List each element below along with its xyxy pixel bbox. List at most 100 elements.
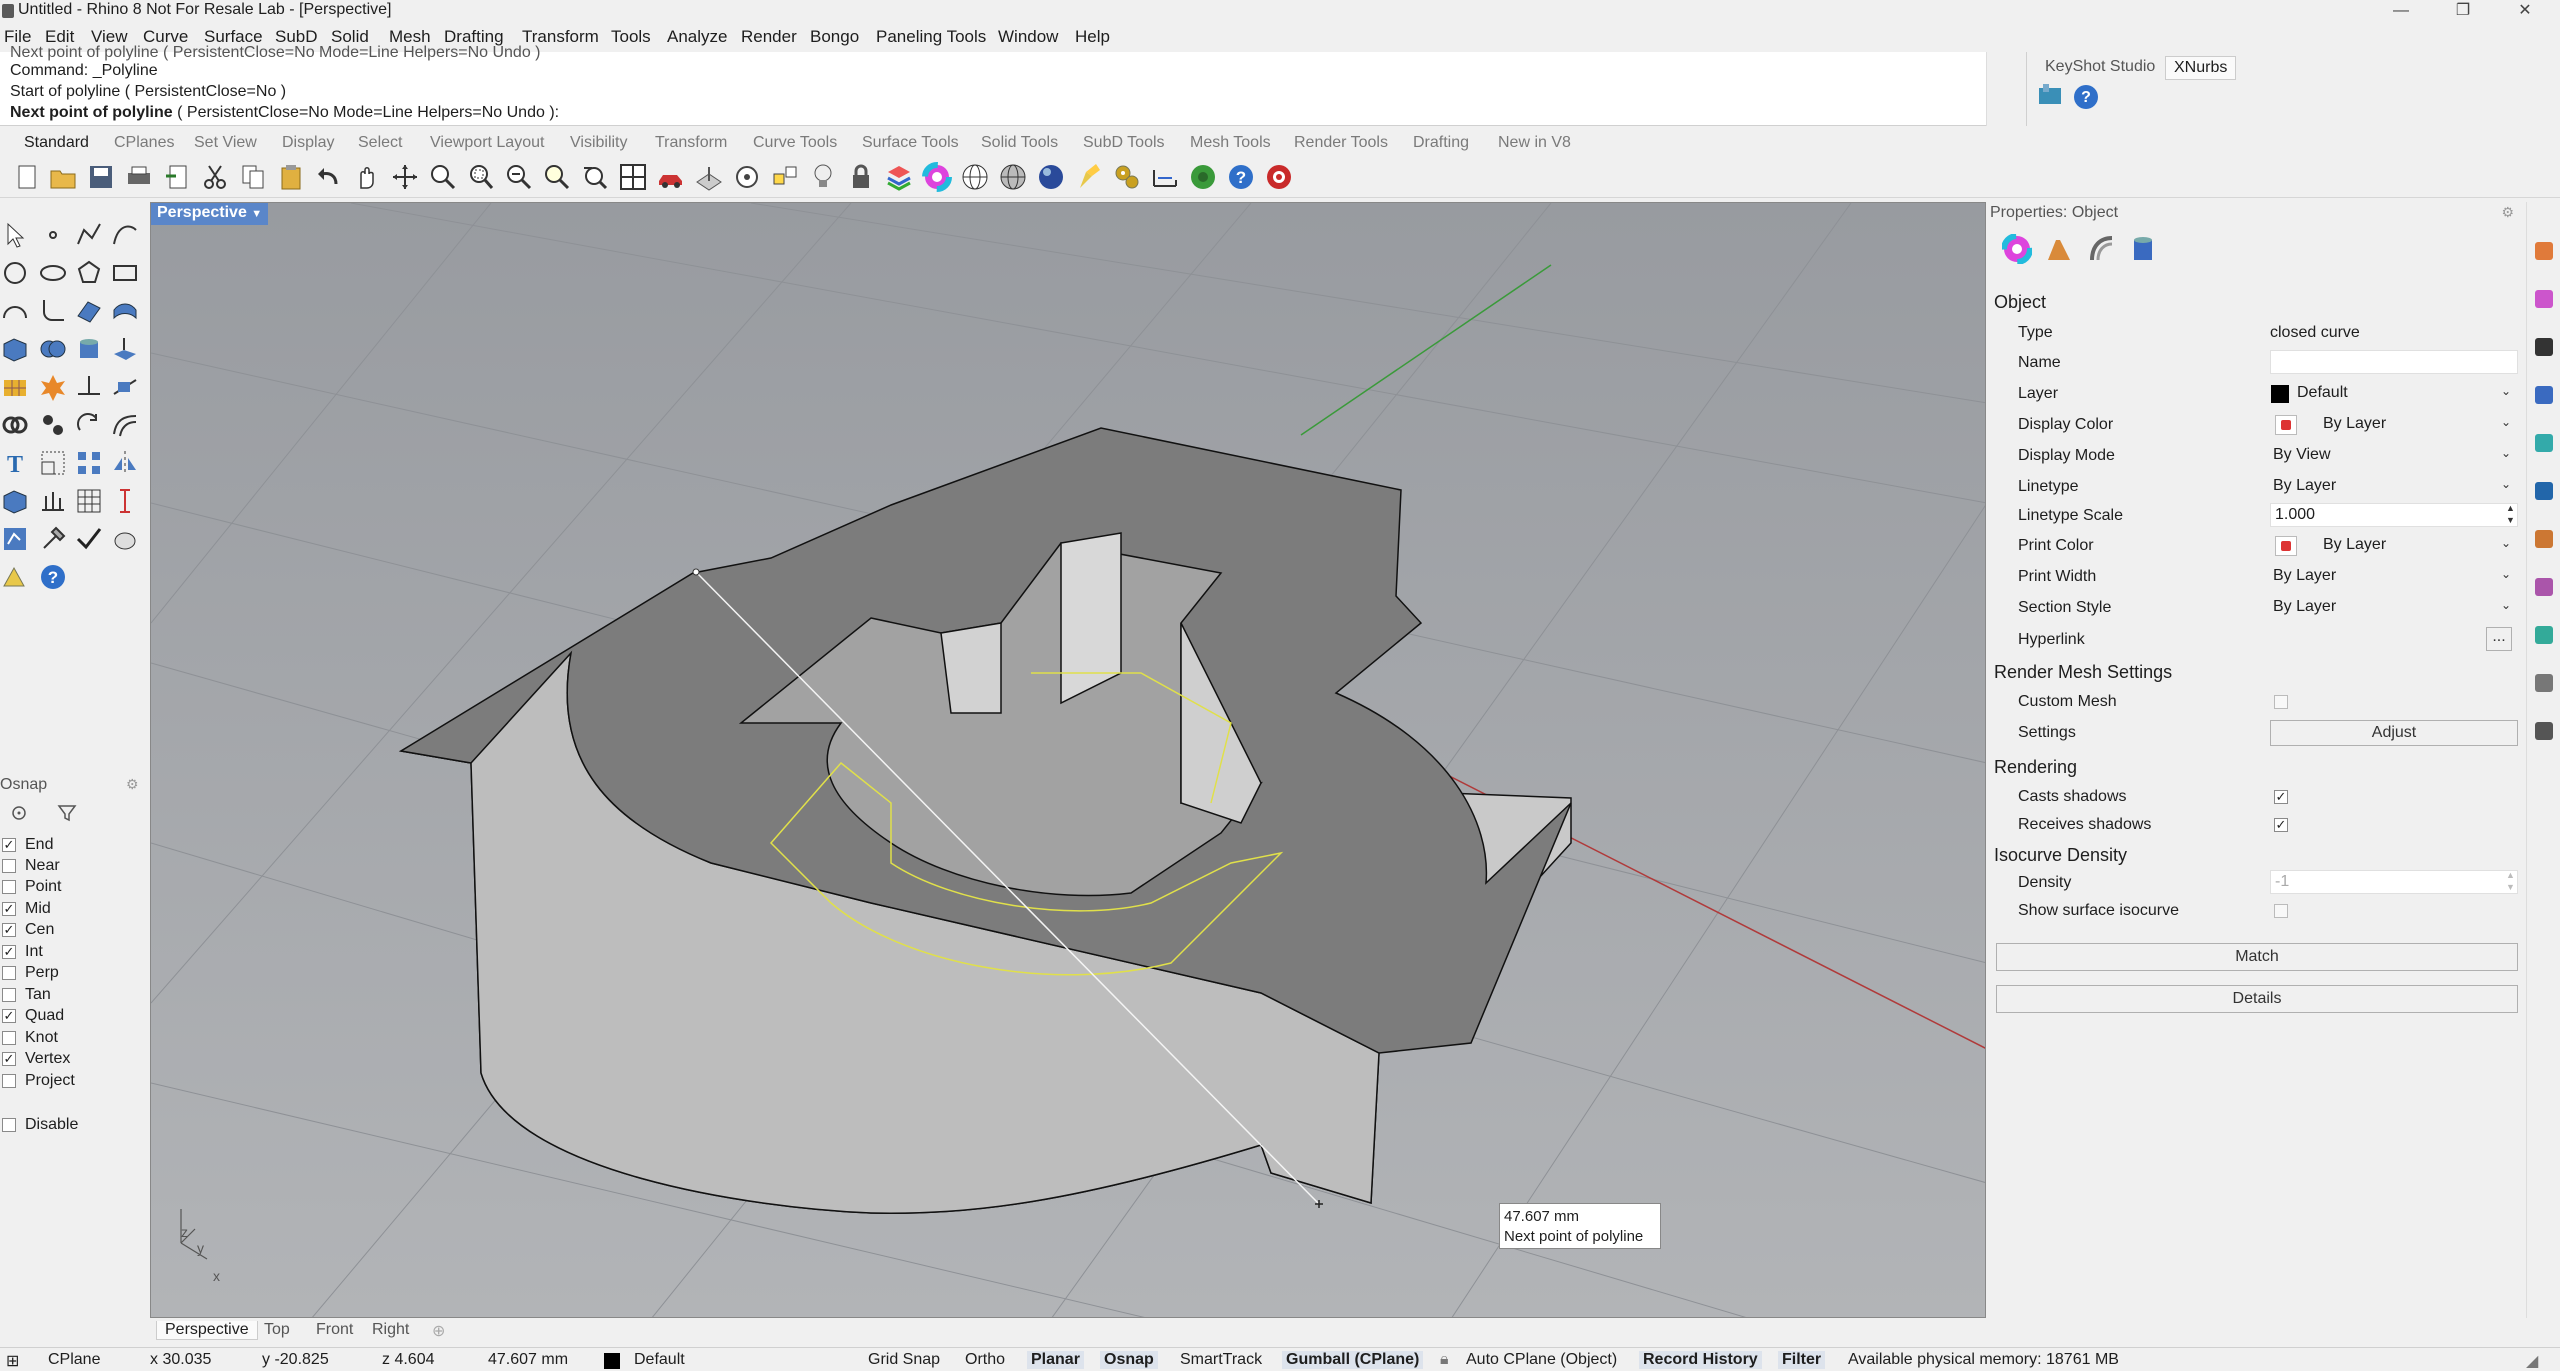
xnurbs-tool-icon[interactable] xyxy=(2037,82,2067,112)
add-view-tab-icon[interactable]: ⊕ xyxy=(432,1321,445,1341)
resize-grip-icon[interactable]: ◢ xyxy=(2526,1351,2538,1371)
section-style-dropdown[interactable]: By Layer ⌄ xyxy=(2270,595,2518,619)
osnap-item-tan[interactable]: Tan xyxy=(2,986,51,1004)
object-properties-icon[interactable] xyxy=(2002,234,2032,264)
details-button[interactable]: Details xyxy=(1996,985,2518,1013)
checkbox[interactable] xyxy=(2,859,16,873)
osnap-item-end[interactable]: ✓ End xyxy=(2,836,53,854)
linetype-scale-spinner[interactable]: ▲ ▼ xyxy=(2506,502,2515,526)
zoom-extents-icon[interactable] xyxy=(504,162,534,192)
casts-shadows-checkbox[interactable]: ✓ xyxy=(2274,790,2288,804)
checkbox[interactable] xyxy=(2,880,16,894)
menu-render[interactable]: Render xyxy=(741,27,797,47)
smarttrack-toggle[interactable]: SmartTrack xyxy=(1180,1351,1262,1369)
command-area[interactable]: Next point of polyline ( PersistentClose… xyxy=(0,44,2004,126)
named-view-car-icon[interactable] xyxy=(656,162,686,192)
minimize-button[interactable]: — xyxy=(2378,0,2424,22)
undo-view-icon[interactable] xyxy=(580,162,610,192)
select-arrow-icon[interactable] xyxy=(0,220,30,250)
linetype-dropdown[interactable]: By Layer ⌄ xyxy=(2270,474,2518,498)
tab-new-in-v8[interactable]: New in V8 xyxy=(1498,134,1571,152)
cylinder-icon[interactable] xyxy=(74,334,104,364)
tools-wrench-icon[interactable] xyxy=(38,524,68,554)
circle-icon[interactable] xyxy=(0,258,30,288)
show-isocurve-checkbox[interactable] xyxy=(2274,904,2288,918)
tab-select[interactable]: Select xyxy=(358,134,402,152)
adjust-button[interactable]: Adjust xyxy=(2270,720,2518,746)
osnap-toggle[interactable]: Osnap xyxy=(1100,1351,1158,1369)
record-history-toggle[interactable]: Record History xyxy=(1639,1351,1762,1369)
menu-analyze[interactable]: Analyze xyxy=(667,27,727,47)
check-icon[interactable] xyxy=(74,524,104,554)
loft-icon[interactable] xyxy=(110,296,140,326)
decal-icon[interactable] xyxy=(2128,234,2158,264)
tab-solid-tools[interactable]: Solid Tools xyxy=(981,134,1058,152)
polygon-icon[interactable] xyxy=(74,258,104,288)
cplane-status-icon[interactable]: ⊞ xyxy=(6,1351,19,1371)
osnap-item-int[interactable]: ✓ Int xyxy=(2,943,43,961)
zoom-selected-icon[interactable] xyxy=(542,162,572,192)
grid-snap-toggle[interactable]: Grid Snap xyxy=(868,1351,940,1369)
grid-icon[interactable] xyxy=(74,486,104,516)
grid-points-icon[interactable] xyxy=(38,486,68,516)
materials-tab-icon[interactable] xyxy=(2535,482,2553,500)
extrude-icon[interactable] xyxy=(110,334,140,364)
dimension-icon[interactable] xyxy=(1150,162,1180,192)
cplane-label[interactable]: CPlane xyxy=(48,1351,100,1369)
viewport-title[interactable]: Perspective ▼ xyxy=(151,203,269,225)
point-icon[interactable] xyxy=(38,220,68,250)
render-teapot-icon[interactable] xyxy=(110,524,140,554)
flashlight-icon[interactable] xyxy=(1074,162,1104,192)
checkbox[interactable]: ✓ xyxy=(2,838,16,852)
osnap-item-cen[interactable]: ✓ Cen xyxy=(2,921,54,939)
checkbox[interactable] xyxy=(2,1074,16,1088)
paste-icon[interactable] xyxy=(276,162,306,192)
cut-icon[interactable] xyxy=(200,162,230,192)
annotation-icon[interactable] xyxy=(0,562,30,592)
checkbox[interactable]: ✓ xyxy=(2,1009,16,1023)
ortho-toggle[interactable]: Ortho xyxy=(965,1351,1005,1369)
hyperlink-browse-button[interactable]: ... xyxy=(2486,627,2512,651)
osnap-settings-gear-icon[interactable]: ⚙ xyxy=(126,776,139,793)
color-wheel-icon[interactable] xyxy=(922,162,952,192)
maximize-button[interactable]: ❐ xyxy=(2440,0,2486,22)
osnap-filter-icon[interactable] xyxy=(56,804,78,822)
display-tab-icon[interactable] xyxy=(2535,338,2553,356)
current-layer[interactable]: Default xyxy=(634,1351,685,1369)
planar-toggle[interactable]: Planar xyxy=(1027,1351,1084,1369)
group-icon[interactable] xyxy=(38,410,68,440)
textures-tab-icon[interactable] xyxy=(2535,578,2553,596)
layers-tab-icon[interactable] xyxy=(2535,290,2553,308)
checkbox[interactable]: ✓ xyxy=(2,923,16,937)
rendering-tab-icon[interactable] xyxy=(2535,434,2553,452)
undo-icon[interactable] xyxy=(314,162,344,192)
command-prompt[interactable]: Next point of polyline ( PersistentClose… xyxy=(10,104,559,122)
wireframe-sphere-icon[interactable] xyxy=(960,162,990,192)
zoom-window-icon[interactable] xyxy=(466,162,496,192)
lock-status-icon[interactable]: 🔒︎ xyxy=(1440,1351,1449,1369)
checkbox[interactable]: ✓ xyxy=(2,945,16,959)
layers-icon[interactable] xyxy=(884,162,914,192)
libraries-tab-icon[interactable] xyxy=(2535,674,2553,692)
arc-icon[interactable] xyxy=(0,296,30,326)
pan-hand-icon[interactable] xyxy=(352,162,382,192)
name-field[interactable] xyxy=(2270,350,2518,374)
density-spinner[interactable]: ▲ ▼ xyxy=(2506,869,2515,893)
print-color-dropdown[interactable]: By Layer ⌄ xyxy=(2270,533,2518,557)
scale-icon[interactable] xyxy=(38,448,68,478)
osnap-item-knot[interactable]: Knot xyxy=(2,1029,58,1047)
mirror-icon[interactable] xyxy=(110,448,140,478)
perspective-viewport[interactable]: z y x Perspective ▼ 47.607 mm Next point… xyxy=(150,202,1986,1318)
rendered-sphere-icon[interactable] xyxy=(1036,162,1066,192)
tab-right[interactable]: Right xyxy=(372,1321,409,1339)
new-file-icon[interactable] xyxy=(12,162,42,192)
analyze-icon[interactable] xyxy=(0,524,30,554)
properties-tab-icon[interactable] xyxy=(2535,242,2553,260)
osnap-item-mid[interactable]: ✓ Mid xyxy=(2,900,51,918)
osnap-mode-icon[interactable] xyxy=(8,804,30,822)
tab-subd-tools[interactable]: SubD Tools xyxy=(1083,134,1165,152)
tab-viewport-layout[interactable]: Viewport Layout xyxy=(430,134,544,152)
tab-standard[interactable]: Standard xyxy=(24,134,89,152)
viewport-menu-caret-icon[interactable]: ▼ xyxy=(251,208,262,220)
checkbox[interactable] xyxy=(2,988,16,1002)
